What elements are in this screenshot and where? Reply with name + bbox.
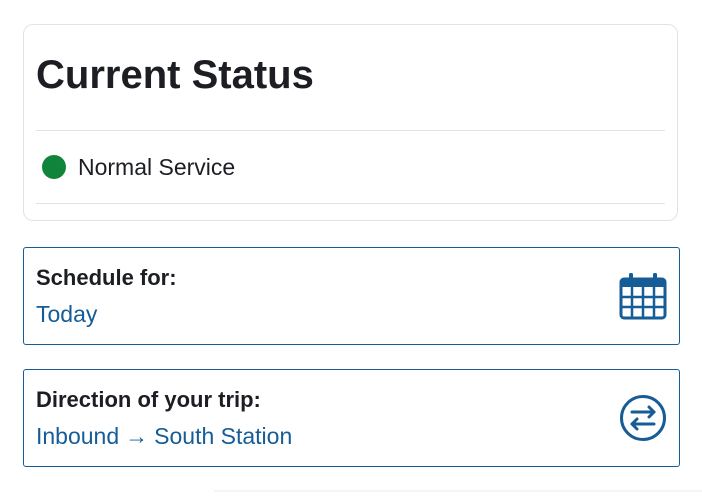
direction-label: Direction of your trip: (36, 387, 261, 412)
schedule-label: Schedule for: (36, 265, 177, 290)
direction-value: Inbound → South Station (36, 423, 292, 450)
status-title: Current Status (36, 53, 314, 97)
current-status-card: Current Status Normal Service (23, 24, 678, 221)
status-text: Normal Service (78, 153, 236, 180)
direction-from: Inbound (36, 423, 120, 449)
status-divider-top (36, 130, 665, 131)
bottom-divider (214, 490, 702, 492)
status-indicator-dot (42, 155, 66, 179)
status-row: Normal Service (42, 153, 235, 181)
right-arrow-icon: → (125, 423, 149, 449)
direction-selector-button[interactable]: Direction of your trip: Inbound → South … (23, 369, 680, 467)
direction-to: South Station (154, 423, 293, 449)
swap-direction-icon (620, 395, 666, 441)
status-divider-bottom (36, 203, 665, 204)
schedule-selector-button[interactable]: Schedule for: Today (23, 247, 680, 345)
calendar-icon (619, 273, 667, 320)
schedule-value: Today (36, 301, 98, 327)
